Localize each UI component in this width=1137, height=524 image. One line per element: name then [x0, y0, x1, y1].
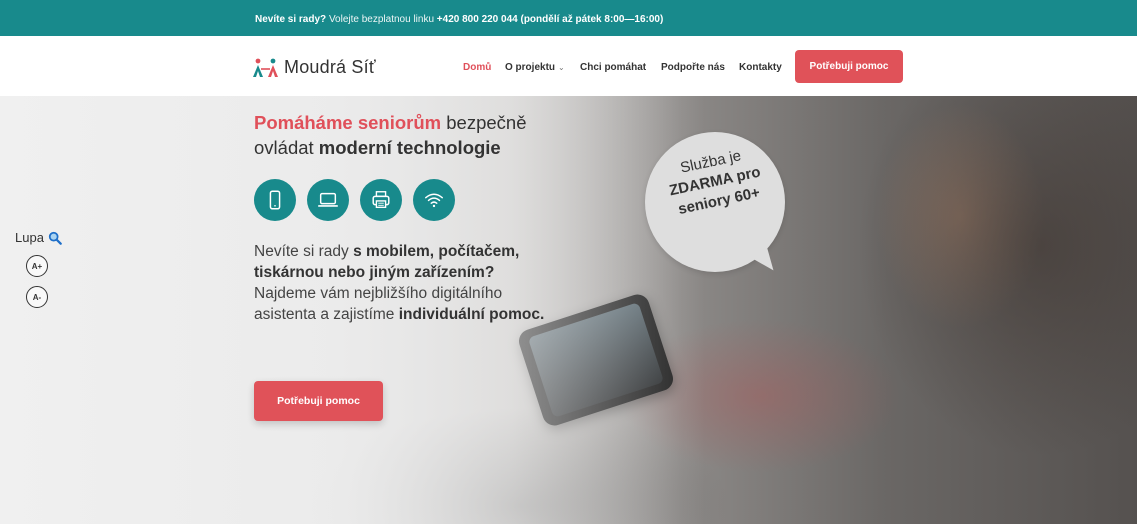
logo-people-icon — [253, 58, 278, 77]
magnifier-widget: Lupa — [15, 230, 62, 245]
top-info-text: Nevíte si rady? Volejte bezplatnou linku… — [255, 14, 663, 25]
hero-help-button[interactable]: Potřebuji pomoc — [254, 381, 383, 421]
hero-desc-1: Nevíte si rady — [254, 243, 349, 260]
site-header: Moudrá Síť Domů O projektu ⌄ Chci pomáhat… — [0, 36, 1137, 96]
hero-section: Pomáháme seniorům bezpečně ovládat moder… — [0, 96, 1137, 524]
zoom-in-button[interactable]: A+ — [26, 255, 48, 277]
top-info-question: Nevíte si rady? — [255, 14, 327, 25]
logo-text: Moudrá Síť — [284, 57, 376, 77]
header-help-button[interactable]: Potřebuji pomoc — [795, 50, 903, 83]
top-info-bar: Nevíte si rady? Volejte bezplatnou linku… — [0, 0, 1137, 36]
top-info-label: Volejte bezplatnou linku — [328, 14, 435, 25]
nav-support[interactable]: Podpořte nás — [661, 62, 725, 73]
nav-help[interactable]: Chci pomáhat — [580, 62, 646, 73]
phone-icon — [254, 179, 296, 221]
logo[interactable]: Moudrá Síť — [252, 57, 376, 78]
hero-fade-overlay — [0, 96, 1137, 524]
nav-home[interactable]: Domů — [463, 62, 491, 73]
free-service-bubble: Služba je ZDARMA pro seniory 60+ — [645, 132, 785, 280]
magnifier-icon — [48, 231, 62, 245]
hero-description: Nevíte si rady s mobilem, počítačem, tis… — [254, 241, 554, 325]
nav-about-label: O projektu — [505, 62, 556, 73]
top-info-phone[interactable]: +420 800 220 044 (pondělí až pátek 8:00—… — [437, 14, 664, 25]
hero-headline-highlight: Pomáháme seniorům — [254, 112, 442, 133]
nav-about[interactable]: O projektu ⌄ — [505, 62, 565, 73]
device-icons — [254, 179, 455, 221]
printer-icon — [360, 179, 402, 221]
hero-desc-4: individuální pomoc. — [398, 306, 545, 323]
hero-headline-bold: moderní technologie — [318, 137, 501, 158]
chevron-down-icon: ⌄ — [558, 63, 565, 72]
hero-headline: Pomáháme seniorům bezpečně ovládat moder… — [254, 110, 574, 160]
nav-contacts[interactable]: Kontakty — [739, 62, 782, 73]
zoom-out-button[interactable]: A- — [26, 286, 48, 308]
magnifier-label: Lupa — [15, 230, 44, 245]
wifi-icon — [413, 179, 455, 221]
laptop-icon — [307, 179, 349, 221]
